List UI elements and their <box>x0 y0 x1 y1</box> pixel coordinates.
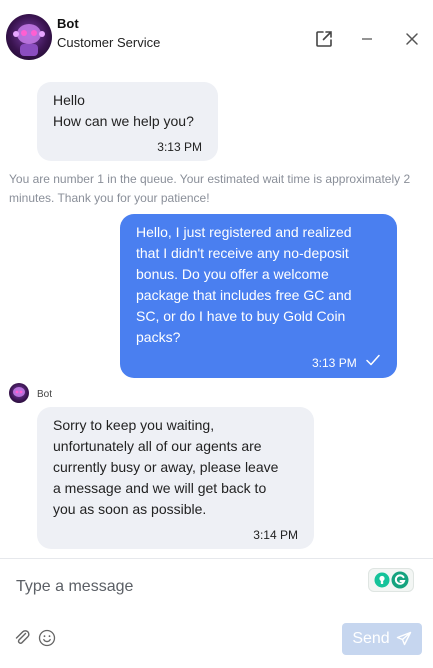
message-line: you as soon as possible. <box>53 501 207 517</box>
smiley-icon <box>38 629 56 647</box>
message-time: 3:13 PM <box>157 140 202 154</box>
grammarly-widget[interactable] <box>368 568 414 592</box>
message-line: that I didn't receive any no-deposit <box>136 245 349 261</box>
sender-name: Bot <box>37 389 53 400</box>
queue-notice: You are number 1 in the queue. Your esti… <box>9 172 411 205</box>
message-time: 3:13 PM <box>312 356 357 370</box>
grammarly-icon <box>391 571 408 589</box>
message-line: Hello <box>53 92 85 108</box>
attach-button[interactable] <box>12 628 32 648</box>
lightbulb-icon <box>374 572 389 588</box>
emoji-button[interactable] <box>37 628 57 648</box>
message-line: packs? <box>136 329 181 345</box>
message-line: unfortunately all of our agents are <box>53 438 262 454</box>
bot-avatar-small <box>9 383 29 403</box>
close-button[interactable] <box>401 28 423 50</box>
message-time: 3:14 PM <box>253 528 298 542</box>
message-bubble-bot: Hello How can we help you? 3:13 PM <box>37 82 218 161</box>
close-icon <box>406 33 418 45</box>
message-bubble-user: Hello, I just registered and realized th… <box>120 214 397 378</box>
chat-header: Bot Customer Service <box>0 0 433 78</box>
composer-divider <box>0 558 433 559</box>
message-line: Hello, I just registered and realized <box>136 224 352 240</box>
minimize-button[interactable] <box>356 28 378 50</box>
message-line: SC, or do I have to buy Gold Coin <box>136 308 346 324</box>
bot-avatar <box>6 14 52 60</box>
message-input[interactable] <box>16 575 356 599</box>
message-line: How can we help you? <box>53 113 194 129</box>
message-line: package that includes free GC and <box>136 287 352 303</box>
message-bubble-bot: Sorry to keep you waiting, unfortunately… <box>37 407 314 549</box>
check-icon <box>366 354 380 366</box>
minus-icon <box>362 38 372 40</box>
send-icon <box>396 631 411 646</box>
message-line: bonus. Do you offer a welcome <box>136 266 329 282</box>
external-link-icon <box>316 31 332 47</box>
message-line: currently busy or away, please leave <box>53 459 279 475</box>
message-line: Sorry to keep you waiting, <box>53 417 215 433</box>
send-button[interactable]: Send <box>342 623 422 655</box>
message-line: a message and we will get back to <box>53 480 267 496</box>
bot-name: Bot <box>57 16 79 31</box>
send-label: Send <box>352 630 390 647</box>
bot-subtitle: Customer Service <box>57 35 161 50</box>
paperclip-icon <box>15 630 30 644</box>
open-external-button[interactable] <box>313 28 335 50</box>
